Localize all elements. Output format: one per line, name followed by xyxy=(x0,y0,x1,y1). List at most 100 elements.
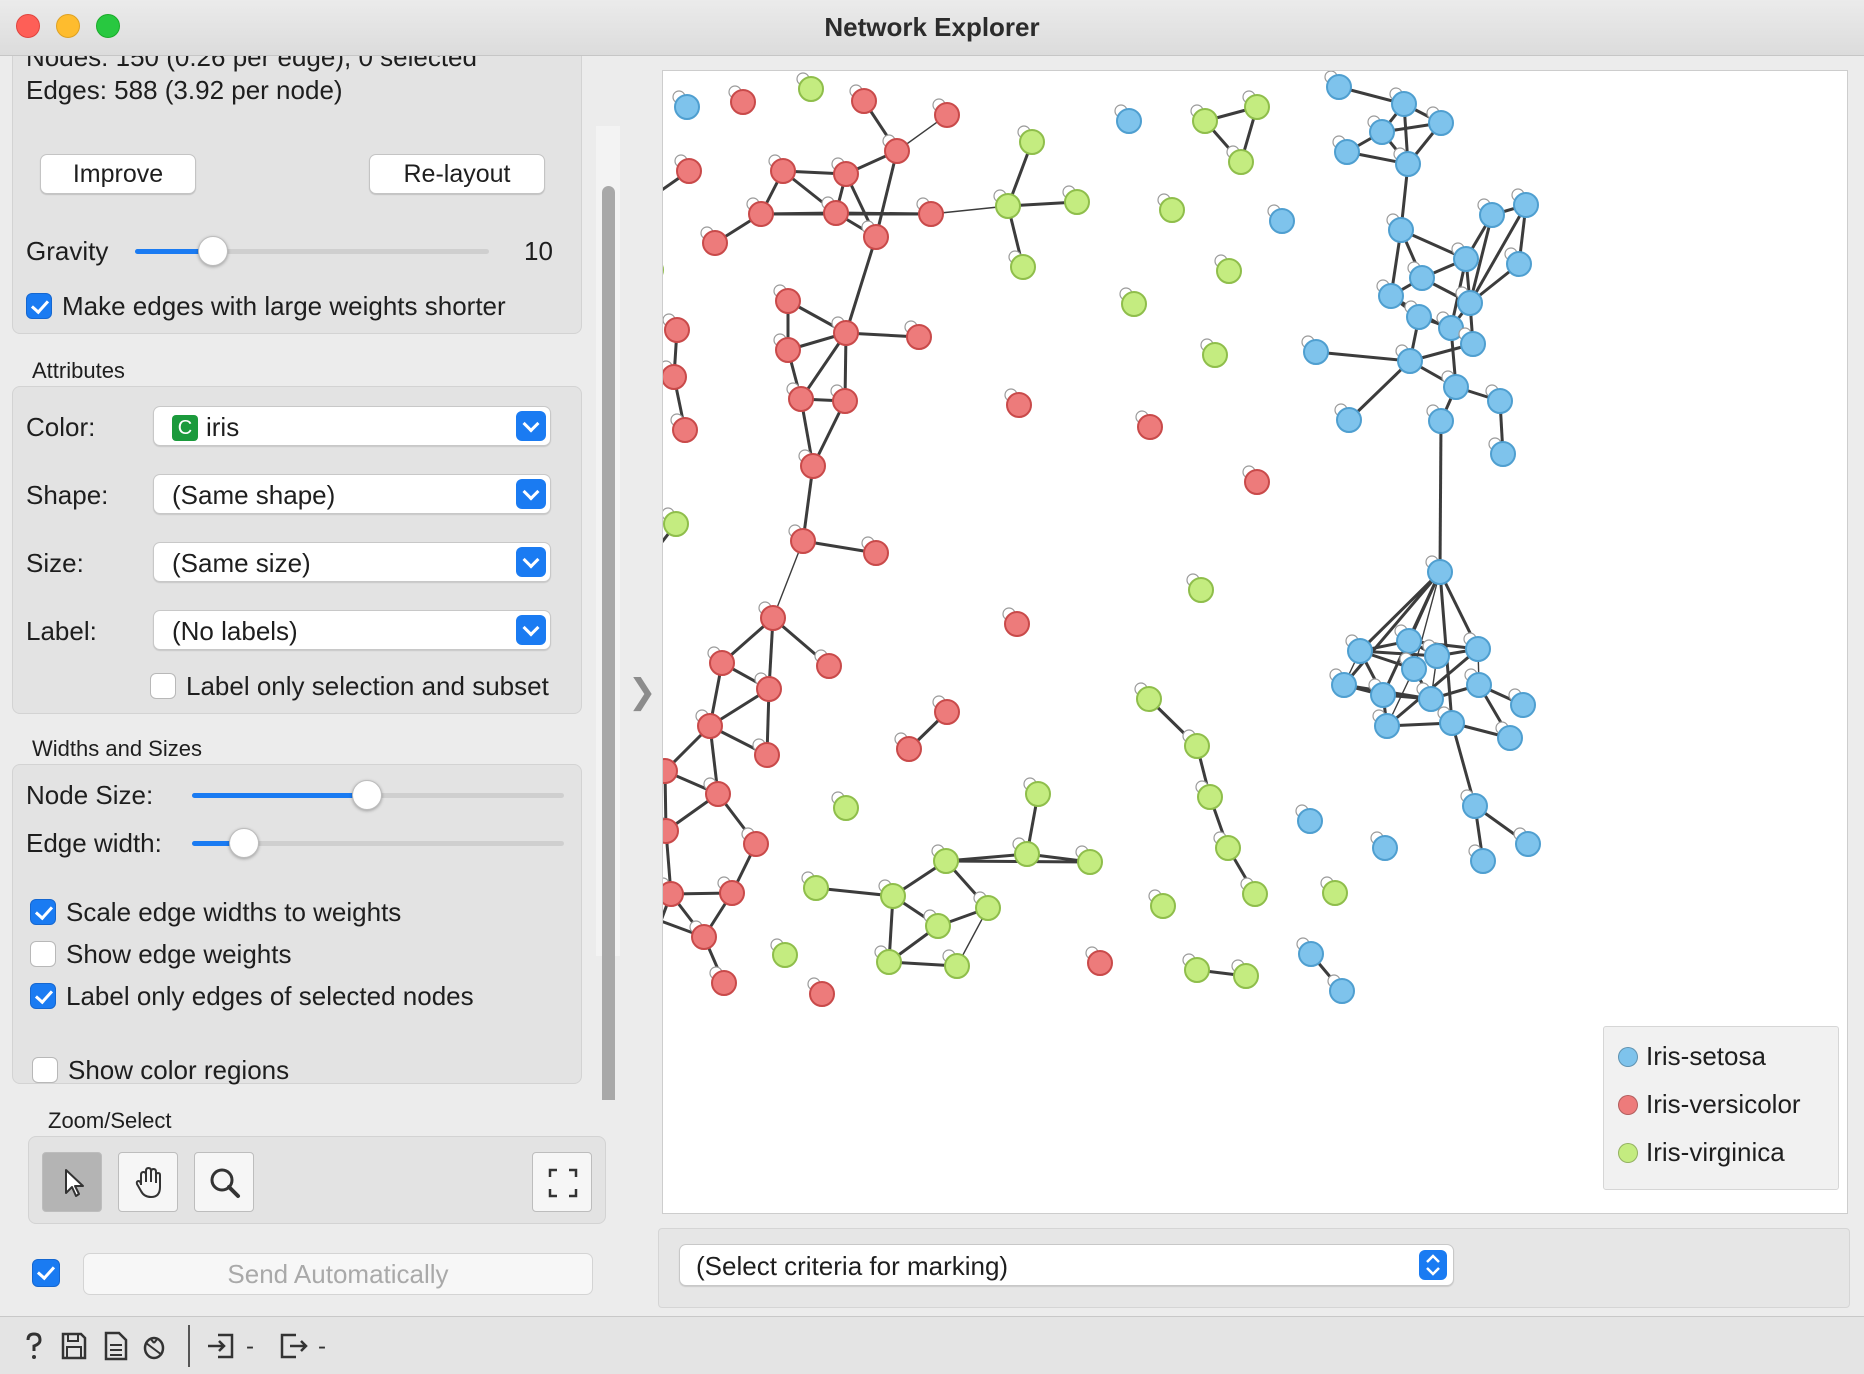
graph-node[interactable] xyxy=(1182,729,1210,759)
graph-node[interactable] xyxy=(1023,777,1051,807)
graph-node[interactable] xyxy=(1195,780,1223,810)
graph-node[interactable] xyxy=(1062,185,1090,215)
graph-node[interactable] xyxy=(663,313,690,343)
pan-tool-button[interactable] xyxy=(118,1152,178,1212)
graph-node[interactable] xyxy=(1327,974,1355,1004)
shape-combo[interactable]: (Same shape) xyxy=(153,474,551,514)
graph-node[interactable] xyxy=(1296,937,1324,967)
graph-node[interactable] xyxy=(754,672,782,702)
graph-node[interactable] xyxy=(993,189,1021,219)
graph-node[interactable] xyxy=(752,738,780,768)
graph-node[interactable] xyxy=(709,966,737,996)
graph-node[interactable] xyxy=(796,72,824,102)
graph-node[interactable] xyxy=(1468,844,1496,874)
graph-node[interactable] xyxy=(1075,845,1103,875)
graph-node[interactable] xyxy=(931,844,959,874)
send-automatically-button[interactable]: Send Automatically xyxy=(83,1253,593,1295)
graph-node[interactable] xyxy=(1242,90,1270,120)
graph-node[interactable] xyxy=(741,827,769,857)
graph-node[interactable] xyxy=(1085,946,1113,976)
graph-node[interactable] xyxy=(663,815,679,844)
graph-node[interactable] xyxy=(1190,104,1218,134)
graph-node[interactable] xyxy=(1157,193,1185,223)
send-auto-checkbox[interactable] xyxy=(32,1259,60,1287)
graph-node[interactable] xyxy=(672,90,700,120)
label-combo[interactable]: (No labels) xyxy=(153,610,551,650)
graph-node[interactable] xyxy=(1240,877,1268,907)
graph-node[interactable] xyxy=(831,157,859,187)
graph-node[interactable] xyxy=(932,98,960,128)
graph-node[interactable] xyxy=(1114,104,1142,134)
size-combo[interactable]: (Same size) xyxy=(153,542,551,582)
graph-node[interactable] xyxy=(1017,125,1045,155)
graph-node[interactable] xyxy=(1426,106,1454,136)
graph-node[interactable] xyxy=(1301,335,1329,365)
graph-node[interactable] xyxy=(973,891,1001,921)
graph-node[interactable] xyxy=(1008,250,1036,280)
graph-node[interactable] xyxy=(1441,370,1469,400)
graph-node[interactable] xyxy=(758,601,786,631)
graph-node[interactable] xyxy=(1463,632,1491,662)
graph-node[interactable] xyxy=(814,649,842,679)
graph-node[interactable] xyxy=(670,413,698,443)
graph-node[interactable] xyxy=(1399,652,1427,682)
shorter-edges-checkbox[interactable] xyxy=(26,293,52,319)
graph-node[interactable] xyxy=(1495,721,1523,751)
graph-node[interactable] xyxy=(801,871,829,901)
graph-node[interactable] xyxy=(700,226,728,256)
graph-node[interactable] xyxy=(831,791,859,821)
graph-node[interactable] xyxy=(1458,327,1486,357)
graph-node[interactable] xyxy=(1242,465,1270,495)
input-icon[interactable] xyxy=(206,1331,238,1361)
help-icon[interactable] xyxy=(20,1331,48,1361)
graph-node[interactable] xyxy=(1437,706,1465,736)
graph-node[interactable] xyxy=(1508,688,1536,718)
graph-node[interactable] xyxy=(1504,247,1532,277)
graph-node[interactable] xyxy=(882,134,910,164)
graph-node[interactable] xyxy=(1182,953,1210,983)
graph-node[interactable] xyxy=(1386,213,1414,243)
graph-node[interactable] xyxy=(894,732,922,762)
graph-node[interactable] xyxy=(1320,876,1348,906)
graph-node[interactable] xyxy=(728,85,756,115)
graph-node[interactable] xyxy=(717,876,745,906)
color-combo[interactable]: Ciris xyxy=(153,406,551,446)
graph-node[interactable] xyxy=(1477,198,1505,228)
graph-node[interactable] xyxy=(707,646,735,676)
graph-node[interactable] xyxy=(1368,678,1396,708)
graph-node[interactable] xyxy=(1332,135,1360,165)
scale-edges-checkbox[interactable] xyxy=(30,899,56,925)
graph-node[interactable] xyxy=(768,154,796,184)
graph-node[interactable] xyxy=(703,777,731,807)
graph-node[interactable] xyxy=(942,949,970,979)
graph-node[interactable] xyxy=(1267,204,1295,234)
control-scrollbar-thumb[interactable] xyxy=(602,186,615,1100)
graph-node[interactable] xyxy=(878,879,906,909)
output-icon[interactable] xyxy=(278,1331,310,1361)
graph-node[interactable] xyxy=(695,709,723,739)
graph-node[interactable] xyxy=(788,524,816,554)
graph-node[interactable] xyxy=(773,333,801,363)
graph-node[interactable] xyxy=(1324,71,1352,100)
gravity-slider-handle[interactable] xyxy=(197,236,228,266)
graph-node[interactable] xyxy=(1464,668,1492,698)
graph-node[interactable] xyxy=(770,938,798,968)
select-tool-button[interactable] xyxy=(42,1152,102,1212)
graph-node[interactable] xyxy=(1389,87,1417,117)
graph-node[interactable] xyxy=(1148,889,1176,919)
zoom-to-fit-button[interactable] xyxy=(532,1152,592,1212)
zoom-tool-button[interactable] xyxy=(194,1152,254,1212)
graph-node[interactable] xyxy=(1213,831,1241,861)
graph-node[interactable] xyxy=(1231,959,1259,989)
graph-node[interactable] xyxy=(1376,279,1404,309)
graph-node[interactable] xyxy=(1334,403,1362,433)
graph-node[interactable] xyxy=(1488,437,1516,467)
graph-node[interactable] xyxy=(1345,634,1373,664)
graph-node[interactable] xyxy=(1404,300,1432,330)
network-graph-view[interactable]: Iris-setosa Iris-versicolor Iris-virgini… xyxy=(662,70,1848,1214)
gravity-slider[interactable] xyxy=(135,236,489,266)
graph-node[interactable] xyxy=(1395,344,1423,374)
node-size-slider-handle[interactable] xyxy=(351,780,382,810)
label-only-selection-checkbox[interactable] xyxy=(150,673,176,699)
color-regions-checkbox[interactable] xyxy=(32,1057,58,1083)
